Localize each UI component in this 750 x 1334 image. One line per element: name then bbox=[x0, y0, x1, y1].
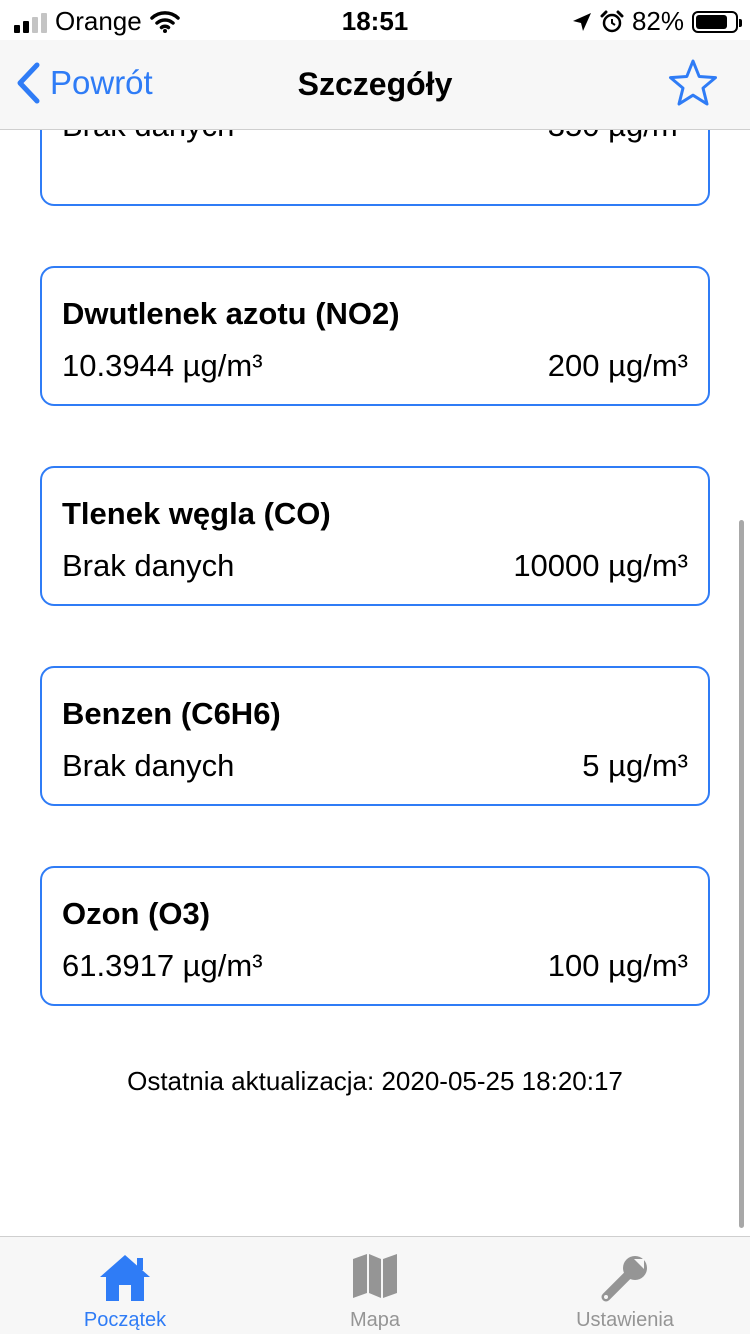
location-arrow-icon bbox=[572, 12, 591, 31]
battery-percentage: 82% bbox=[631, 6, 684, 36]
pollutant-card: Tlenek węgla (CO) Brak danych 10000 µg/m… bbox=[40, 466, 710, 606]
pollutant-card: Ozon (O3) 61.3917 µg/m³ 100 µg/m³ bbox=[40, 866, 710, 1006]
battery-icon bbox=[692, 10, 742, 33]
pollutant-card: Brak danych 350 µg/m³ bbox=[40, 130, 710, 206]
star-outline-icon bbox=[669, 59, 717, 106]
pollutant-norm: 100 µg/m³ bbox=[547, 948, 688, 983]
page-title: Szczegóły bbox=[297, 66, 453, 102]
wrench-icon bbox=[601, 1256, 647, 1302]
pollutant-value: Brak danych bbox=[62, 748, 235, 783]
tab-home-label: Początek bbox=[83, 1309, 167, 1331]
pollutant-card: Dwutlenek azotu (NO2) 10.3944 µg/m³ 200 … bbox=[40, 266, 710, 406]
map-icon bbox=[353, 1254, 397, 1298]
scroll-indicator bbox=[739, 520, 744, 1228]
pollutant-norm: 200 µg/m³ bbox=[547, 348, 688, 383]
tab-bar: Początek Mapa Ustawienia bbox=[0, 1236, 750, 1334]
pollutant-name: Dwutlenek azotu (NO2) bbox=[62, 296, 400, 331]
tab-settings[interactable]: Ustawienia bbox=[500, 1237, 750, 1334]
pollutant-name: Tlenek węgla (CO) bbox=[62, 496, 331, 531]
status-bar: Orange 18:51 82% bbox=[0, 0, 750, 40]
navigation-bar: Powrót Szczegóły bbox=[0, 40, 750, 130]
tab-settings-label: Ustawienia bbox=[576, 1309, 674, 1331]
home-icon bbox=[100, 1255, 150, 1301]
pollutant-name: Benzen (C6H6) bbox=[62, 696, 281, 731]
pollutant-value: Brak danych bbox=[62, 548, 235, 583]
favorite-button[interactable] bbox=[668, 58, 718, 113]
pollutant-norm: 5 µg/m³ bbox=[582, 748, 688, 783]
pollutant-value: 61.3917 µg/m³ bbox=[62, 948, 263, 983]
details-scroll-view[interactable]: Brak danych 350 µg/m³ Dwutlenek azotu (N… bbox=[0, 130, 750, 1236]
pollutant-card: Benzen (C6H6) Brak danych 5 µg/m³ bbox=[40, 666, 710, 806]
tab-home[interactable]: Początek bbox=[0, 1237, 250, 1334]
battery-level bbox=[696, 14, 728, 29]
pollutant-norm: 10000 µg/m³ bbox=[513, 548, 688, 583]
pollutant-value: 10.3944 µg/m³ bbox=[62, 348, 263, 383]
status-right: 82% bbox=[572, 6, 742, 37]
last-update-label: Ostatnia aktualizacja: 2020-05-25 18:20:… bbox=[127, 1066, 623, 1096]
pollutant-name: Ozon (O3) bbox=[62, 896, 211, 931]
pollutant-value: Brak danych bbox=[62, 130, 234, 144]
pollutant-norm: 350 µg/m³ bbox=[548, 130, 688, 144]
tab-map-label: Mapa bbox=[349, 1309, 401, 1331]
alarm-icon bbox=[600, 10, 624, 32]
tab-map[interactable]: Mapa bbox=[250, 1237, 500, 1334]
